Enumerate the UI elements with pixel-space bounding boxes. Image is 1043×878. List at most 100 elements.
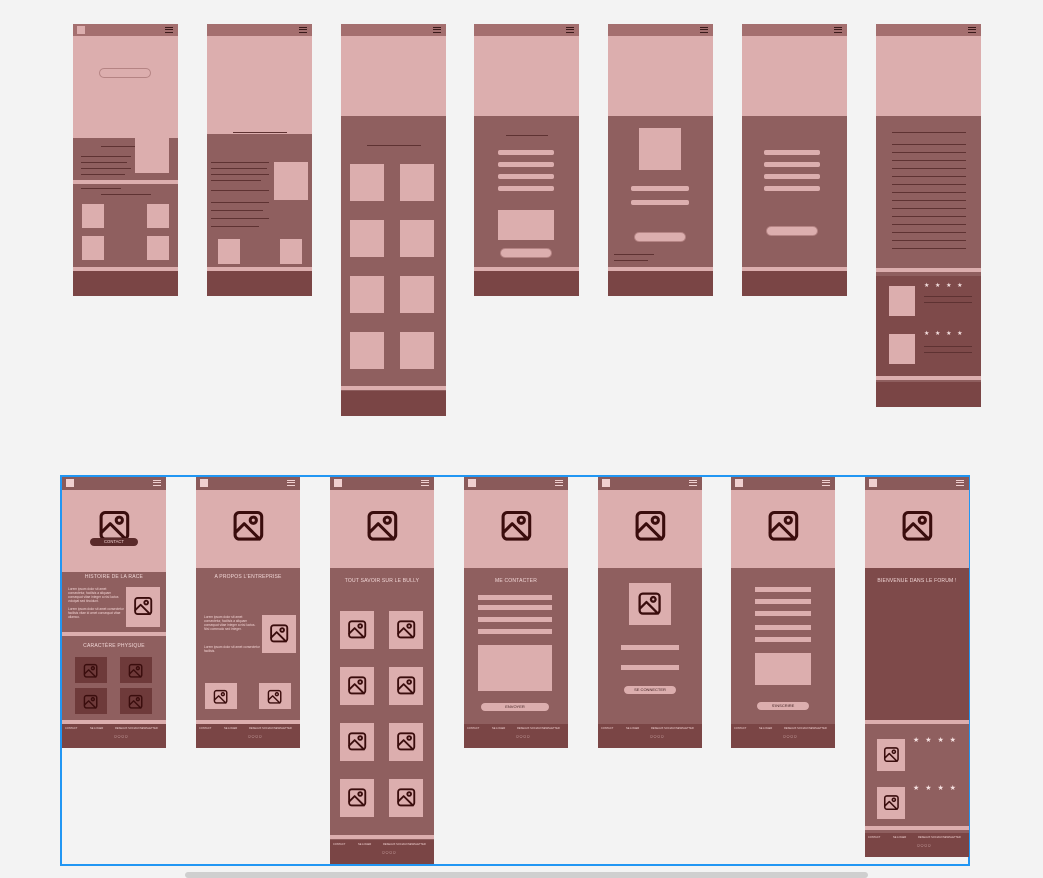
form-field[interactable] <box>498 186 554 191</box>
hamburger-menu-icon[interactable] <box>566 27 574 33</box>
mockup-contact[interactable]: ME CONTACTER ENVOYER CONTACT SE LOGER RESE… <box>464 477 568 748</box>
hamburger-menu-icon[interactable] <box>165 27 173 33</box>
hamburger-menu-icon[interactable] <box>689 480 697 486</box>
form-field[interactable] <box>621 665 679 670</box>
logo-icon <box>735 479 743 487</box>
hamburger-menu-icon[interactable] <box>421 480 429 486</box>
wireframe-signup[interactable] <box>742 24 847 296</box>
hamburger-menu-icon[interactable] <box>822 480 830 486</box>
text-line <box>892 208 966 209</box>
submit-button[interactable] <box>500 248 552 258</box>
image-placeholder-icon <box>389 611 423 649</box>
wireframe-contact[interactable] <box>474 24 579 296</box>
form-field[interactable] <box>755 587 811 592</box>
mockup-about[interactable]: A PROPOS L'ENTREPRISE Lorem ipsum dolor … <box>196 477 300 748</box>
signup-button[interactable]: S'INSCRIRE <box>757 702 809 710</box>
submit-button[interactable]: ENVOYER <box>481 703 549 711</box>
hero-button[interactable] <box>99 68 151 78</box>
form-field[interactable] <box>764 174 820 179</box>
social-icons[interactable]: ◯ ◯ ◯ ◯ <box>783 735 797 738</box>
text-line <box>892 232 966 233</box>
message-textarea[interactable] <box>755 653 811 685</box>
hamburger-menu-icon[interactable] <box>299 27 307 33</box>
signup-button[interactable] <box>766 226 818 236</box>
social-icons[interactable]: ◯ ◯ ◯ ◯ <box>650 735 664 738</box>
text-line <box>81 162 127 163</box>
wireframe-login[interactable] <box>608 24 713 296</box>
form-field[interactable] <box>478 605 552 610</box>
message-textarea[interactable] <box>478 645 552 691</box>
footer-column-label: NEWSLETTER <box>140 727 158 730</box>
image-placeholder <box>274 162 308 200</box>
mockup-header <box>196 477 300 490</box>
form-field[interactable] <box>621 645 679 650</box>
image-placeholder <box>639 128 681 170</box>
form-field[interactable] <box>755 637 811 642</box>
mockup-gallery[interactable]: TOUT SAVOIR SUR LE BULLY CONTACT SE LOGER… <box>330 477 434 864</box>
login-button[interactable]: SE CONNECTER <box>624 686 676 694</box>
image-placeholder-icon <box>75 688 107 714</box>
mockup-login[interactable]: SE CONNECTER CONTACT SE LOGER RESEAUX SOCI… <box>598 477 702 748</box>
image-placeholder <box>280 239 302 264</box>
image-placeholder <box>350 164 384 201</box>
image-placeholder-icon <box>269 624 288 643</box>
paragraph: Lorem ipsum dolor sit amet consectetur, … <box>204 615 256 631</box>
section-title-line <box>367 145 421 146</box>
wireframe-about[interactable] <box>207 24 312 296</box>
form-field[interactable] <box>478 595 552 600</box>
form-field[interactable] <box>755 625 811 630</box>
social-icons[interactable]: ◯ ◯ ◯ ◯ <box>382 851 396 854</box>
horizontal-scrollbar[interactable] <box>185 872 868 878</box>
form-field[interactable] <box>631 200 689 205</box>
reviewer-avatar <box>889 286 915 316</box>
mockup-forum[interactable]: BIENVENUE DANS LE FORUM ! ★ ★ ★ ★ ★ ★ ★ … <box>865 477 969 857</box>
hamburger-menu-icon[interactable] <box>700 27 708 33</box>
mockup-home[interactable]: CONTACT HISTOIRE DE LA RACE Lorem ipsum … <box>62 477 166 748</box>
form-field[interactable] <box>498 174 554 179</box>
image-placeholder-icon <box>367 510 397 541</box>
form-field[interactable] <box>498 162 554 167</box>
footer-column-label: CONTACT <box>601 727 614 730</box>
image-placeholder-icon <box>340 779 374 817</box>
form-field[interactable] <box>631 186 689 191</box>
contact-button[interactable]: CONTACT <box>90 538 138 546</box>
form-field[interactable] <box>764 162 820 167</box>
hamburger-menu-icon[interactable] <box>968 27 976 33</box>
logo-icon <box>869 479 877 487</box>
social-icons[interactable]: ◯ ◯ ◯ ◯ <box>917 844 931 847</box>
form-field[interactable] <box>498 150 554 155</box>
mockup-header <box>330 477 434 490</box>
social-icons[interactable]: ◯ ◯ ◯ ◯ <box>516 735 530 738</box>
divider-band <box>876 376 981 380</box>
image-placeholder-icon <box>262 615 296 653</box>
text-line <box>211 226 259 227</box>
hamburger-menu-icon[interactable] <box>287 480 295 486</box>
hero-area <box>742 36 847 116</box>
form-field[interactable] <box>755 611 811 616</box>
social-icons[interactable]: ◯ ◯ ◯ ◯ <box>248 735 262 738</box>
login-button[interactable] <box>634 232 686 242</box>
hamburger-menu-icon[interactable] <box>834 27 842 33</box>
form-field[interactable] <box>478 617 552 622</box>
hamburger-menu-icon[interactable] <box>956 480 964 486</box>
form-field[interactable] <box>755 599 811 604</box>
hamburger-menu-icon[interactable] <box>555 480 563 486</box>
form-field[interactable] <box>764 186 820 191</box>
divider-band <box>865 826 969 830</box>
social-icons[interactable]: ◯ ◯ ◯ ◯ <box>114 735 128 738</box>
hero-area <box>876 36 981 116</box>
form-field[interactable] <box>478 629 552 634</box>
wireframe-gallery[interactable] <box>341 24 446 416</box>
footer <box>608 271 713 296</box>
hamburger-menu-icon[interactable] <box>433 27 441 33</box>
message-textarea[interactable] <box>498 210 554 240</box>
wireframe-forum[interactable]: ★ ★ ★ ★ ★ ★ ★ ★ <box>876 24 981 407</box>
hamburger-menu-icon[interactable] <box>153 480 161 486</box>
footer-column-label: NEWSLETTER <box>408 843 426 846</box>
image-placeholder-icon <box>347 732 366 751</box>
wireframe-home[interactable] <box>73 24 178 296</box>
mockup-signup[interactable]: S'INSCRIRE CONTACT SE LOGER RESEAUX SOCIAU… <box>731 477 835 748</box>
paragraph: Lorem ipsum dolor sit amet consectetur, … <box>68 587 119 603</box>
image-placeholder-icon <box>389 779 423 817</box>
form-field[interactable] <box>764 150 820 155</box>
